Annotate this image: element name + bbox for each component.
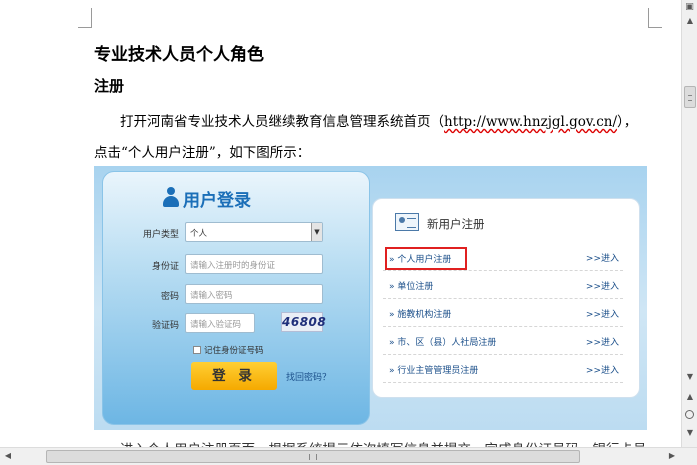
register-personal-enter[interactable]: >>进入 (586, 251, 619, 264)
section-heading: 注册 (94, 77, 125, 95)
captcha-image[interactable]: 46808 (281, 312, 326, 332)
login-button[interactable]: 登 录 (191, 362, 277, 390)
document-page: 专业技术人员个人角色 注册 打开河南省专业技术人员继续教育信息管理系统首页（ht… (0, 0, 681, 447)
line1-prefix: 打开河南省专业技术人员继续教育信息管理系统首页（ (120, 114, 444, 130)
previous-page-icon[interactable]: ▲ (682, 392, 697, 404)
horizontal-scroll-thumb[interactable] (46, 450, 580, 463)
view-ruler-icon[interactable]: ▣ (684, 2, 695, 14)
register-institution-row[interactable]: » 施教机构注册 >>进入 (383, 299, 623, 327)
scroll-up-icon[interactable]: ▲ (682, 16, 697, 30)
remember-label: 记住身份证号码 (204, 346, 264, 356)
paragraph-line-3: 进入个人用户注册页面，根据系统提示依次填写信息并提交，完成身份证号码、银行卡号.… (120, 438, 659, 447)
remember-checkbox[interactable] (193, 346, 201, 354)
register-unit-row[interactable]: » 单位注册 >>进入 (383, 271, 623, 299)
login-title: 用户登录 (183, 191, 251, 211)
forgot-password-link[interactable]: 找回密码？ (286, 370, 331, 383)
vertical-scroll-thumb[interactable] (684, 86, 696, 108)
screenshot-figure: 用户登录 用户类型 个人 ▼ 身份证 请输入注册时的身份证 密码 请输入密码 验… (94, 166, 647, 430)
captcha-label: 验证码 (151, 321, 179, 331)
paragraph-line-2: 点击“个人用户注册”，如下图所示： (94, 145, 311, 161)
next-page-icon[interactable]: ▼ (682, 428, 697, 440)
scroll-right-icon[interactable]: ▶ (666, 451, 678, 463)
vertical-scrollbar[interactable]: ▣ ▲ ▼ ▲ ▼ (681, 0, 697, 447)
paragraph-line-1: 打开河南省专业技术人员继续教育信息管理系统首页（http://www.hnzjg… (120, 110, 637, 130)
register-bureau-link[interactable]: » 市、区（县）人社局注册 (389, 335, 496, 348)
register-institution-enter[interactable]: >>进入 (586, 307, 619, 320)
chevron-down-icon[interactable]: ▼ (311, 223, 322, 241)
register-personal-row[interactable]: » 个人用户注册 >>进入 (383, 243, 623, 271)
id-card-label: 身份证 (151, 262, 179, 272)
register-admin-link[interactable]: » 行业主管管理员注册 (389, 363, 478, 376)
id-card-icon (395, 213, 419, 231)
user-type-value: 个人 (190, 229, 208, 239)
user-type-label: 用户类型 (142, 230, 179, 240)
remember-id-option[interactable]: 记住身份证号码 (193, 344, 264, 356)
crop-mark-top-left (78, 8, 92, 28)
register-admin-row[interactable]: » 行业主管管理员注册 >>进入 (383, 355, 623, 383)
scroll-down-icon[interactable]: ▼ (682, 372, 697, 386)
register-unit-link[interactable]: » 单位注册 (389, 279, 433, 292)
horizontal-scrollbar[interactable]: ◀ ▶ (0, 447, 697, 465)
id-card-input[interactable]: 请输入注册时的身份证 (185, 254, 323, 274)
login-panel: 用户登录 用户类型 个人 ▼ 身份证 请输入注册时的身份证 密码 请输入密码 验… (102, 171, 370, 425)
register-unit-enter[interactable]: >>进入 (586, 279, 619, 292)
registration-panel: 新用户注册 » 个人用户注册 >>进入 » 单位注册 >>进入 » 施教机构注册… (372, 198, 640, 398)
registration-title: 新用户注册 (427, 217, 485, 231)
register-bureau-row[interactable]: » 市、区（县）人社局注册 >>进入 (383, 327, 623, 355)
captcha-input[interactable]: 请输入验证码 (185, 313, 255, 333)
url-link[interactable]: http://www.hnzjgl.gov.cn/ (444, 114, 617, 130)
user-type-select[interactable]: 个人 ▼ (185, 222, 323, 242)
register-personal-link[interactable]: » 个人用户注册 (384, 247, 468, 270)
password-label: 密码 (160, 292, 179, 302)
scroll-left-icon[interactable]: ◀ (2, 451, 14, 463)
document-title: 专业技术人员个人角色 (94, 45, 264, 65)
crop-mark-top-right (648, 8, 662, 28)
line1-suffix: ）， (617, 114, 638, 130)
register-institution-link[interactable]: » 施教机构注册 (389, 307, 451, 320)
password-input[interactable]: 请输入密码 (185, 284, 323, 304)
register-bureau-enter[interactable]: >>进入 (586, 335, 619, 348)
browse-object-icon[interactable] (685, 410, 694, 419)
user-icon (163, 187, 179, 207)
register-admin-enter[interactable]: >>进入 (586, 363, 619, 376)
